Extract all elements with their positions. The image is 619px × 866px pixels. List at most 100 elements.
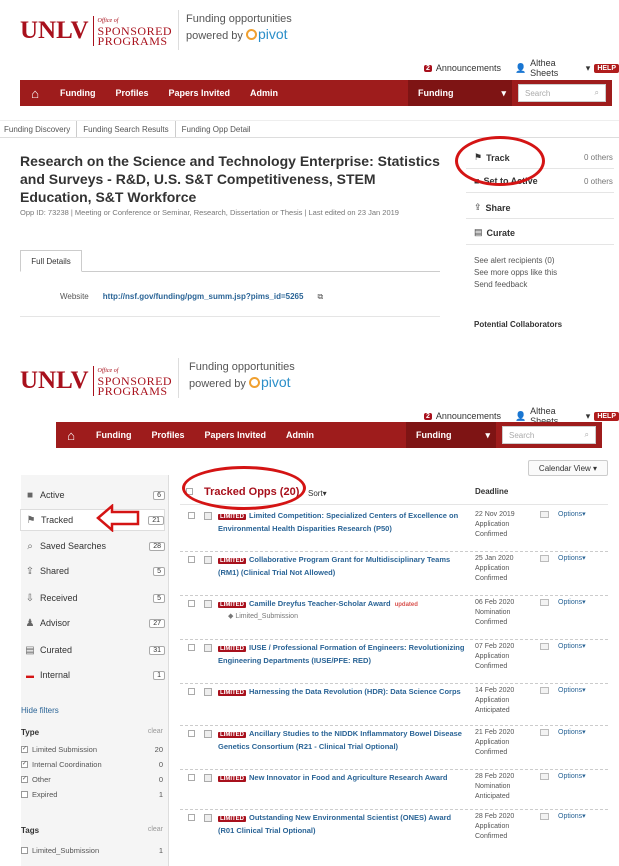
search-icon: ⌕ bbox=[27, 540, 33, 552]
row-checkbox[interactable] bbox=[188, 556, 195, 563]
row-checkbox[interactable] bbox=[188, 814, 195, 821]
opp-link[interactable]: LIMITED Outstanding New Environmental Sci… bbox=[218, 812, 468, 836]
announcements-link[interactable]: Announcements bbox=[436, 63, 501, 73]
home-icon-2[interactable]: ⌂ bbox=[56, 428, 86, 443]
website-link[interactable]: http://nsf.gov/funding/pgm_summ.jsp?pims… bbox=[103, 292, 304, 302]
unlv-logo-2: UNLV Office of SPONSORED PROGRAMS bbox=[20, 366, 173, 398]
row-expand-icon[interactable] bbox=[204, 730, 212, 738]
row-expand-icon[interactable] bbox=[204, 644, 212, 652]
filter-other[interactable]: ✓ Other 0 bbox=[21, 775, 163, 784]
options-dropdown[interactable]: Options▾ bbox=[558, 812, 586, 820]
filter-internal-coordination[interactable]: ✓ Internal Coordination 0 bbox=[21, 760, 163, 769]
nav-profiles-2[interactable]: Profiles bbox=[142, 430, 195, 440]
filter-expired[interactable]: Expired 1 bbox=[21, 790, 163, 799]
email-icon[interactable] bbox=[540, 773, 549, 780]
filter-limited-submission[interactable]: ✓ Limited Submission 20 bbox=[21, 745, 163, 754]
email-icon[interactable] bbox=[540, 643, 549, 650]
row-expand-icon[interactable] bbox=[204, 600, 212, 608]
row-expand-icon[interactable] bbox=[204, 556, 212, 564]
opp-link[interactable]: LIMITED Harnessing the Data Revolution (H… bbox=[218, 686, 468, 699]
email-icon[interactable] bbox=[540, 729, 549, 736]
share-button[interactable]: ⇪ Share bbox=[474, 202, 511, 213]
opp-link[interactable]: LIMITED Collaborative Program Grant for M… bbox=[218, 554, 468, 578]
sidebar-item-curated[interactable]: ▤ Curated 31 bbox=[20, 639, 165, 661]
nav-papers-invited[interactable]: Papers Invited bbox=[159, 88, 241, 98]
sidebar-item-active[interactable]: ■ Active 6 bbox=[20, 484, 165, 506]
opp-link[interactable]: LIMITED Limited Competition: Specialized … bbox=[218, 510, 468, 534]
sidebar-item-advisor[interactable]: ♟ Advisor 27 bbox=[20, 612, 165, 634]
opp-link[interactable]: LIMITED New Innovator in Food and Agricul… bbox=[218, 772, 468, 785]
curate-button[interactable]: ▤ Curate bbox=[474, 227, 515, 238]
calendar-view-button[interactable]: Calendar View ▾ bbox=[528, 460, 608, 476]
nav-papers-invited-2[interactable]: Papers Invited bbox=[195, 430, 277, 440]
limited-badge: LIMITED bbox=[218, 776, 246, 782]
options-dropdown[interactable]: Options▾ bbox=[558, 686, 586, 694]
email-icon[interactable] bbox=[540, 813, 549, 820]
potential-collaborators: Potential Collaborators bbox=[474, 320, 563, 329]
row-checkbox[interactable] bbox=[188, 688, 195, 695]
search-input-2[interactable]: Search ⌕ bbox=[502, 426, 596, 444]
announcements-link-2[interactable]: Announcements bbox=[436, 411, 501, 421]
user-menu[interactable]: Althea Sheets bbox=[530, 58, 582, 78]
nav-profiles[interactable]: Profiles bbox=[106, 88, 159, 98]
home-icon[interactable]: ⌂ bbox=[20, 86, 50, 101]
table-row: LIMITED Harnessing the Data Revolution (H… bbox=[180, 684, 608, 726]
row-expand-icon[interactable] bbox=[204, 512, 212, 520]
sort-dropdown[interactable]: Sort▾ bbox=[308, 489, 327, 498]
nav-funding-2[interactable]: Funding bbox=[86, 430, 142, 440]
options-dropdown[interactable]: Options▾ bbox=[558, 510, 586, 518]
search-scope-dropdown[interactable]: Funding ▾ bbox=[408, 80, 512, 106]
sidebar-item-received[interactable]: ⇩ Received 5 bbox=[20, 587, 165, 609]
sidebar-item-tracked[interactable]: ⚑ Tracked 21 bbox=[20, 509, 165, 531]
row-checkbox[interactable] bbox=[188, 512, 195, 519]
sidebar-item-saved-searches[interactable]: ⌕ Saved Searches 28 bbox=[20, 535, 165, 557]
alert-recipients-link[interactable]: See alert recipients (0) bbox=[474, 256, 554, 265]
crumb-discovery[interactable]: Funding Discovery bbox=[0, 121, 78, 137]
nav-admin-2[interactable]: Admin bbox=[276, 430, 324, 440]
row-checkbox[interactable] bbox=[188, 774, 195, 781]
row-expand-icon[interactable] bbox=[204, 774, 212, 782]
sidebar-item-internal[interactable]: ▬ Internal 1 bbox=[20, 664, 165, 686]
row-deadline: 14 Feb 2020 Application Anticipated bbox=[475, 687, 515, 714]
email-icon[interactable] bbox=[540, 599, 549, 606]
tab-full-details[interactable]: Full Details bbox=[20, 250, 82, 272]
row-checkbox[interactable] bbox=[188, 730, 195, 737]
opp-link[interactable]: LIMITED IUSE / Professional Formation of … bbox=[218, 642, 468, 666]
hide-filters-link[interactable]: Hide filters bbox=[21, 706, 59, 715]
sidebar-item-shared[interactable]: ⇪ Shared 5 bbox=[20, 560, 165, 582]
row-tag[interactable]: ◆ Limited_Submission bbox=[228, 612, 298, 620]
limited-badge: LIMITED bbox=[218, 558, 246, 564]
options-dropdown[interactable]: Options▾ bbox=[558, 554, 586, 562]
annotation-circle-tracked bbox=[182, 466, 306, 510]
crumb-results[interactable]: Funding Search Results bbox=[77, 121, 176, 137]
nav-funding[interactable]: Funding bbox=[50, 88, 106, 98]
more-like-this-link[interactable]: See more opps like this bbox=[474, 268, 557, 277]
nav-admin[interactable]: Admin bbox=[240, 88, 288, 98]
options-dropdown[interactable]: Options▾ bbox=[558, 728, 586, 736]
clear-tags-filter[interactable]: clear bbox=[148, 826, 163, 835]
row-expand-icon[interactable] bbox=[204, 814, 212, 822]
row-expand-icon[interactable] bbox=[204, 688, 212, 696]
row-deadline: 21 Feb 2020 Application Confirmed bbox=[475, 729, 515, 756]
options-dropdown[interactable]: Options▾ bbox=[558, 642, 586, 650]
row-checkbox[interactable] bbox=[188, 600, 195, 607]
email-icon[interactable] bbox=[540, 555, 549, 562]
email-icon[interactable] bbox=[540, 511, 549, 518]
help-button[interactable]: HELP bbox=[594, 63, 619, 73]
website-row: Website http://nsf.gov/funding/pgm_summ.j… bbox=[60, 292, 324, 302]
limited-badge: LIMITED bbox=[218, 646, 246, 652]
opp-link[interactable]: LIMITED Ancillary Studies to the NIDDK In… bbox=[218, 728, 468, 752]
email-icon[interactable] bbox=[540, 687, 549, 694]
clear-type-filter[interactable]: clear bbox=[148, 728, 163, 737]
search-input[interactable]: Search ⌕ bbox=[518, 84, 606, 102]
options-dropdown[interactable]: Options▾ bbox=[558, 598, 586, 606]
row-deadline: 28 Feb 2020 Nomination Anticipated bbox=[475, 773, 515, 800]
send-feedback-link[interactable]: Send feedback bbox=[474, 280, 527, 289]
search-scope-dropdown-2[interactable]: Funding ▾ bbox=[406, 422, 496, 448]
opp-link[interactable]: LIMITED Camille Dreyfus Teacher-Scholar A… bbox=[218, 598, 468, 611]
options-dropdown[interactable]: Options▾ bbox=[558, 772, 586, 780]
row-checkbox[interactable] bbox=[188, 644, 195, 651]
announcements-badge: 2 bbox=[424, 64, 432, 72]
help-button-2[interactable]: HELP bbox=[594, 411, 619, 421]
filter-tag-limited-submission[interactable]: Limited_Submission 1 bbox=[21, 846, 163, 855]
